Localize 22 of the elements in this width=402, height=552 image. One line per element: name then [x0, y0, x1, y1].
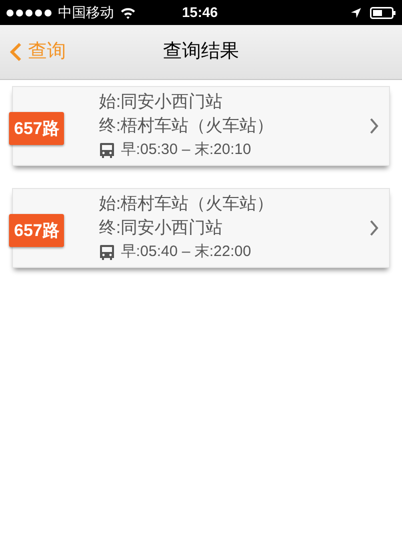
end-station: 终:梧村车站（火车站）	[99, 115, 275, 137]
bus-icon	[99, 142, 115, 158]
chevron-left-icon	[10, 42, 22, 62]
page-title: 查询结果	[163, 40, 239, 64]
clock-time: 15:46	[182, 3, 218, 22]
route-badge: 657路	[9, 214, 64, 247]
start-station: 始:同安小西门站	[99, 91, 224, 113]
location-arrow-icon	[350, 6, 362, 18]
bus-icon	[99, 244, 115, 260]
end-station: 终:同安小西门站	[99, 217, 224, 239]
signal-icon	[6, 8, 54, 16]
route-card[interactable]: 657路 始:同安小西门站 终:梧村车站（火车站） 早:05:30 – 末:20:10	[12, 86, 390, 166]
start-station: 始:梧村车站（火车站）	[99, 193, 275, 215]
wifi-icon	[120, 6, 136, 18]
chevron-right-icon	[369, 118, 379, 134]
carrier-name: 中国移动	[58, 3, 114, 22]
service-hours: 早:05:30 – 末:20:10	[121, 140, 252, 160]
chevron-right-icon	[369, 220, 379, 236]
route-card[interactable]: 657路 始:梧村车站（火车站） 终:同安小西门站 早:05:40 – 末:22:00	[12, 188, 390, 268]
route-badge: 657路	[9, 112, 64, 145]
battery-icon	[370, 6, 396, 18]
service-hours: 早:05:40 – 末:22:00	[121, 242, 252, 262]
